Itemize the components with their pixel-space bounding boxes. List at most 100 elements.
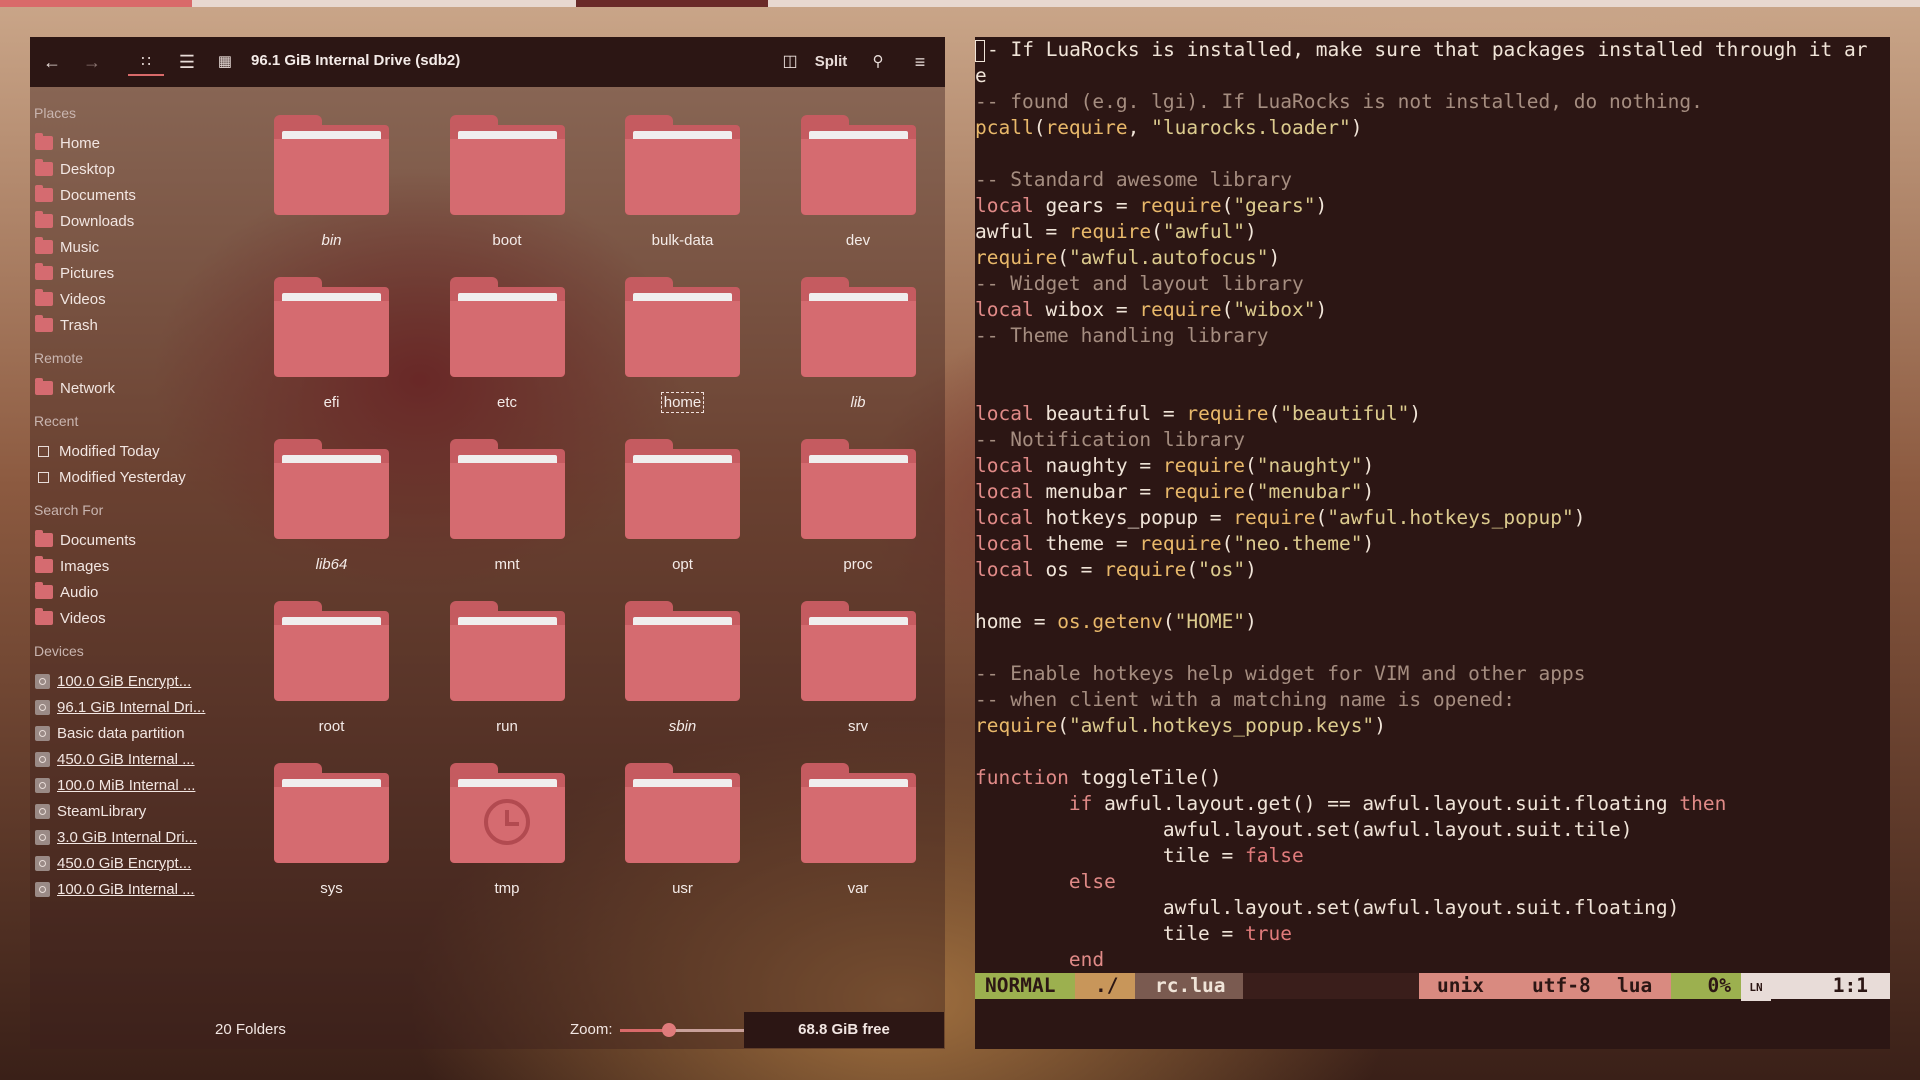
folder-item[interactable]: lib: [777, 277, 917, 427]
workspace-indicator[interactable]: [576, 0, 768, 7]
sidebar-item-label: Videos: [60, 609, 106, 627]
folder-item[interactable]: home: [601, 277, 741, 427]
sidebar-item-label: Music: [60, 238, 100, 256]
sidebar-item-places[interactable]: Trash: [35, 314, 210, 336]
folder-item[interactable]: root: [250, 601, 390, 751]
sidebar: Places Home Desktop Documents Downloads Music…: [30, 87, 215, 1047]
scroll-percent: 0%: [1671, 973, 1741, 999]
folder-icon: [800, 277, 916, 377]
forward-arrow-icon[interactable]: →: [80, 50, 104, 74]
drive-icon: [35, 725, 50, 741]
sidebar-item-places[interactable]: Desktop: [35, 158, 210, 180]
sidebar-item-devices[interactable]: 100.0 GiB Internal ...: [35, 878, 210, 900]
folder-item[interactable]: run: [426, 601, 566, 751]
sidebar-item-places[interactable]: Documents: [35, 184, 210, 206]
sidebar-item-search_for[interactable]: Images: [35, 555, 210, 577]
folder-item[interactable]: sbin: [601, 601, 741, 751]
file-name: rc.lua: [1135, 973, 1243, 999]
search-icon[interactable]: ⚲: [866, 50, 890, 74]
folder-icon: [35, 289, 53, 306]
folder-item[interactable]: dev: [777, 115, 917, 265]
sidebar-item-label: 100.0 MiB Internal ...: [57, 776, 196, 794]
sidebar-item-places[interactable]: Music: [35, 236, 210, 258]
grid-view-icon[interactable]: ∷: [128, 50, 164, 76]
sidebar-item-label: Home: [60, 134, 101, 152]
sidebar-item-label: Trash: [60, 316, 98, 334]
folder-icon: [35, 582, 53, 599]
sidebar-item-search_for[interactable]: Audio: [35, 581, 210, 603]
folder-item[interactable]: bulk-data: [601, 115, 741, 265]
folder-icon: [35, 185, 53, 202]
sidebar-item-places[interactable]: Videos: [35, 288, 210, 310]
workspace-indicator-active[interactable]: [0, 0, 192, 7]
zoom-slider-handle[interactable]: [662, 1023, 677, 1037]
folder-item[interactable]: var: [777, 763, 917, 913]
folder-item[interactable]: boot: [426, 115, 566, 265]
sidebar-item-search_for[interactable]: Documents: [35, 529, 210, 551]
menu-icon[interactable]: ≡: [908, 50, 932, 74]
folder-name: etc: [496, 394, 517, 411]
zoom-slider[interactable]: [620, 1023, 750, 1037]
sidebar-item-devices[interactable]: 96.1 GiB Internal Dri...: [35, 696, 210, 718]
code-line: -- Enable hotkeys help widget for VIM an…: [975, 662, 1586, 685]
code-line: -- Standard awesome library: [975, 168, 1292, 191]
folder-icon: [274, 439, 389, 539]
sidebar-item-search_for[interactable]: Videos: [35, 607, 210, 629]
code-line: local gears = require("gears"): [975, 194, 1328, 217]
sidebar-item-places[interactable]: Home: [35, 132, 210, 154]
folder-item[interactable]: bin: [250, 115, 390, 265]
sidebar-item-devices[interactable]: 450.0 GiB Encrypt...: [35, 852, 210, 874]
workspace-bar: [0, 0, 1920, 7]
mode-indicator: NORMAL: [975, 973, 1085, 999]
folder-item[interactable]: efi: [250, 277, 390, 427]
folder-item[interactable]: sys: [250, 763, 390, 913]
sidebar-item-places[interactable]: Downloads: [35, 210, 210, 232]
code-line: local os = require("os"): [975, 558, 1257, 581]
folder-item[interactable]: mnt: [426, 439, 566, 589]
sidebar-item-devices[interactable]: Basic data partition: [35, 722, 210, 744]
folder-icon: [800, 115, 916, 215]
file-manager-window: ← → ∷ ☰ ▦ 96.1 GiB Internal Drive (sdb2)…: [30, 37, 945, 1049]
code-line: local beautiful = require("beautiful"): [975, 402, 1422, 425]
sidebar-item-devices[interactable]: SteamLibrary: [35, 800, 210, 822]
folder-item[interactable]: usr: [601, 763, 741, 913]
folder-name: home: [625, 392, 740, 413]
code-line: local hotkeys_popup = require("awful.hot…: [975, 506, 1586, 529]
sidebar-item-recent[interactable]: Modified Today: [35, 440, 210, 462]
tree-view-icon[interactable]: ▦: [213, 50, 237, 74]
folder-item[interactable]: proc: [777, 439, 917, 589]
terminal-editor-window[interactable]: - If LuaRocks is installed, make sure th…: [975, 37, 1890, 1049]
code-line: -- Theme handling library: [975, 324, 1269, 347]
sidebar-item-label: Images: [60, 557, 110, 575]
sidebar-item-label: 100.0 GiB Internal ...: [57, 880, 195, 898]
split-pane-icon[interactable]: ◫: [778, 50, 802, 74]
sidebar-item-places[interactable]: Pictures: [35, 262, 210, 284]
folder-item[interactable]: lib64: [250, 439, 390, 589]
folder-icon: [800, 601, 916, 701]
sidebar-item-devices[interactable]: 450.0 GiB Internal ...: [35, 748, 210, 770]
sidebar-item-devices[interactable]: 3.0 GiB Internal Dri...: [35, 826, 210, 848]
sidebar-item-recent[interactable]: Modified Yesterday: [35, 466, 210, 488]
folder-name: sys: [320, 880, 343, 897]
zoom-label: Zoom:: [570, 1021, 613, 1038]
back-arrow-icon[interactable]: ←: [40, 50, 64, 74]
folder-item[interactable]: tmp: [426, 763, 566, 913]
folder-item[interactable]: opt: [601, 439, 741, 589]
drive-icon: [35, 699, 50, 715]
folder-name: boot: [492, 232, 522, 249]
sidebar-item-devices[interactable]: 100.0 GiB Encrypt...: [35, 670, 210, 692]
split-button[interactable]: Split: [811, 50, 851, 74]
folder-icon: [35, 556, 53, 573]
sidebar-item-remote[interactable]: Network: [35, 377, 210, 399]
folder-icon: [449, 277, 565, 377]
list-view-icon[interactable]: ☰: [173, 50, 201, 74]
sidebar-item-devices[interactable]: 100.0 MiB Internal ...: [35, 774, 210, 796]
folder-icon: [625, 601, 740, 701]
folder-name: lib64: [315, 556, 348, 573]
folder-item[interactable]: etc: [426, 277, 566, 427]
code-line: tile = true: [975, 922, 1292, 945]
folder-icon: [35, 530, 53, 547]
code-line: home = os.getenv("HOME"): [975, 610, 1257, 633]
folder-name: efi: [323, 394, 340, 411]
folder-item[interactable]: srv: [777, 601, 917, 751]
